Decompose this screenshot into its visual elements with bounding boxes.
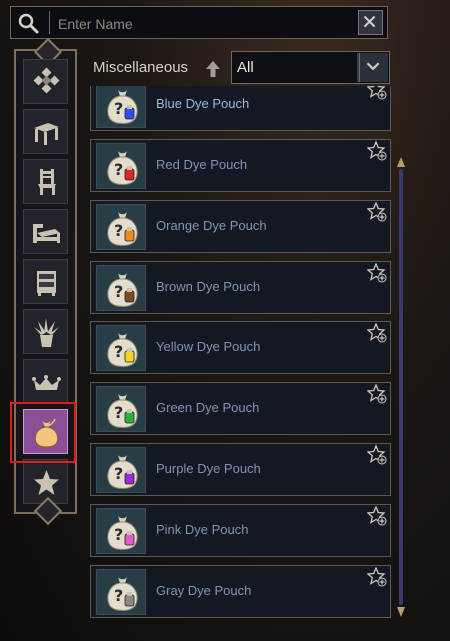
svg-text:?: ?	[114, 464, 123, 483]
item-name: Yellow Dye Pouch	[156, 339, 261, 355]
svg-text:?: ?	[114, 99, 123, 118]
item-thumbnail: ?	[96, 386, 146, 433]
item-name: Brown Dye Pouch	[156, 278, 261, 294]
item-thumbnail: ?	[96, 507, 146, 554]
add-favorite-icon[interactable]	[367, 566, 387, 587]
item-thumbnail: ?	[96, 325, 146, 372]
add-favorite-icon[interactable]	[367, 201, 387, 222]
svg-text:?: ?	[114, 221, 123, 240]
item-name: Red Dye Pouch	[156, 157, 248, 172]
svg-text:?: ?	[114, 525, 123, 544]
add-favorite-icon[interactable]	[367, 384, 387, 404]
search-input[interactable]	[56, 11, 360, 37]
dye-pouch-icon: ?	[107, 90, 138, 124]
search-divider	[49, 11, 50, 34]
item-name: Blue Dye Pouch	[156, 96, 250, 111]
chevron-down-icon	[366, 62, 380, 71]
item-row[interactable]: ? Red Dye Pouch	[90, 139, 391, 192]
category-all-button[interactable]	[23, 59, 68, 104]
item-name: Purple Dye Pouch	[156, 461, 261, 476]
search-bar	[10, 6, 388, 39]
category-favorites-button[interactable]	[23, 459, 68, 504]
item-row[interactable]: ? Blue Dye Pouch	[90, 86, 391, 131]
category-decor-button[interactable]	[23, 359, 68, 404]
filter-dropdown-button[interactable]	[359, 53, 388, 82]
dye-pouch-icon: ?	[107, 576, 138, 611]
category-table-button[interactable]	[23, 109, 68, 154]
category-title: Miscellaneous	[93, 59, 189, 76]
clear-search-button[interactable]	[358, 10, 383, 35]
item-name: Gray Dye Pouch	[156, 582, 252, 598]
item-row[interactable]: ? Purple Dye Pouch	[90, 443, 391, 496]
diamond-pattern-icon	[33, 67, 60, 94]
item-thumbnail: ?	[96, 264, 146, 311]
dye-pouch-icon: ?	[107, 333, 138, 368]
svg-text:?: ?	[114, 282, 123, 301]
selected-category-highlight	[10, 402, 76, 463]
svg-text:?: ?	[114, 342, 123, 361]
scroll-down-icon[interactable]	[397, 607, 405, 617]
search-icon	[18, 13, 39, 34]
item-row[interactable]: ? Gray Dye Pouch	[90, 564, 391, 618]
plant-icon	[34, 318, 59, 347]
dye-pouch-icon: ?	[107, 272, 138, 307]
item-thumbnail: ?	[96, 86, 146, 128]
item-row[interactable]: ? Brown Dye Pouch	[90, 260, 391, 314]
add-favorite-icon[interactable]	[367, 505, 387, 526]
item-name: Pink Dye Pouch	[156, 521, 249, 537]
item-thumbnail: ?	[96, 143, 146, 189]
scroll-up-icon[interactable]	[397, 157, 405, 167]
add-favorite-icon[interactable]	[367, 86, 387, 100]
item-row[interactable]: ? Orange Dye Pouch	[90, 199, 391, 253]
item-thumbnail: ?	[96, 203, 146, 250]
chair-icon	[38, 169, 56, 195]
add-favorite-icon[interactable]	[367, 262, 387, 283]
dye-pouch-icon: ?	[107, 515, 138, 550]
svg-text:?: ?	[114, 160, 123, 179]
crown-tray-icon	[32, 375, 61, 390]
star-icon	[34, 470, 59, 495]
item-row[interactable]: ? Pink Dye Pouch	[90, 503, 391, 557]
item-name: Orange Dye Pouch	[156, 217, 267, 233]
table-icon	[34, 123, 59, 145]
sort-arrow-icon[interactable]	[204, 59, 222, 79]
dye-pouch-icon: ?	[107, 455, 138, 489]
cabinet-icon	[37, 271, 56, 296]
filter-value: All	[237, 59, 254, 76]
item-thumbnail: ?	[96, 568, 146, 615]
item-list: ? Blue Dye Pouch? Red Dye Pouch? Orange Dye…	[90, 86, 391, 626]
svg-text:?: ?	[114, 403, 123, 422]
item-name: Green Dye Pouch	[156, 400, 260, 416]
dye-pouch-icon: ?	[107, 394, 138, 429]
add-favorite-icon[interactable]	[367, 445, 387, 465]
category-plant-button[interactable]	[23, 309, 68, 354]
dye-pouch-icon: ?	[107, 151, 138, 185]
item-row[interactable]: ? Yellow Dye Pouch	[90, 321, 391, 375]
add-favorite-icon[interactable]	[367, 323, 387, 343]
dye-pouch-icon: ?	[107, 211, 138, 246]
add-favorite-icon[interactable]	[367, 141, 387, 161]
filter-dropdown[interactable]: All	[231, 51, 390, 84]
category-bed-button[interactable]	[23, 209, 68, 254]
bed-icon	[33, 224, 60, 243]
close-icon	[363, 15, 376, 28]
category-cabinet-button[interactable]	[23, 259, 68, 304]
item-thumbnail: ?	[96, 447, 146, 493]
scrollbar-thumb[interactable]	[399, 169, 403, 605]
category-chair-button[interactable]	[23, 159, 68, 204]
item-row[interactable]: ? Green Dye Pouch	[90, 382, 391, 436]
svg-text:?: ?	[114, 586, 123, 605]
list-scrollbar[interactable]	[397, 157, 405, 617]
